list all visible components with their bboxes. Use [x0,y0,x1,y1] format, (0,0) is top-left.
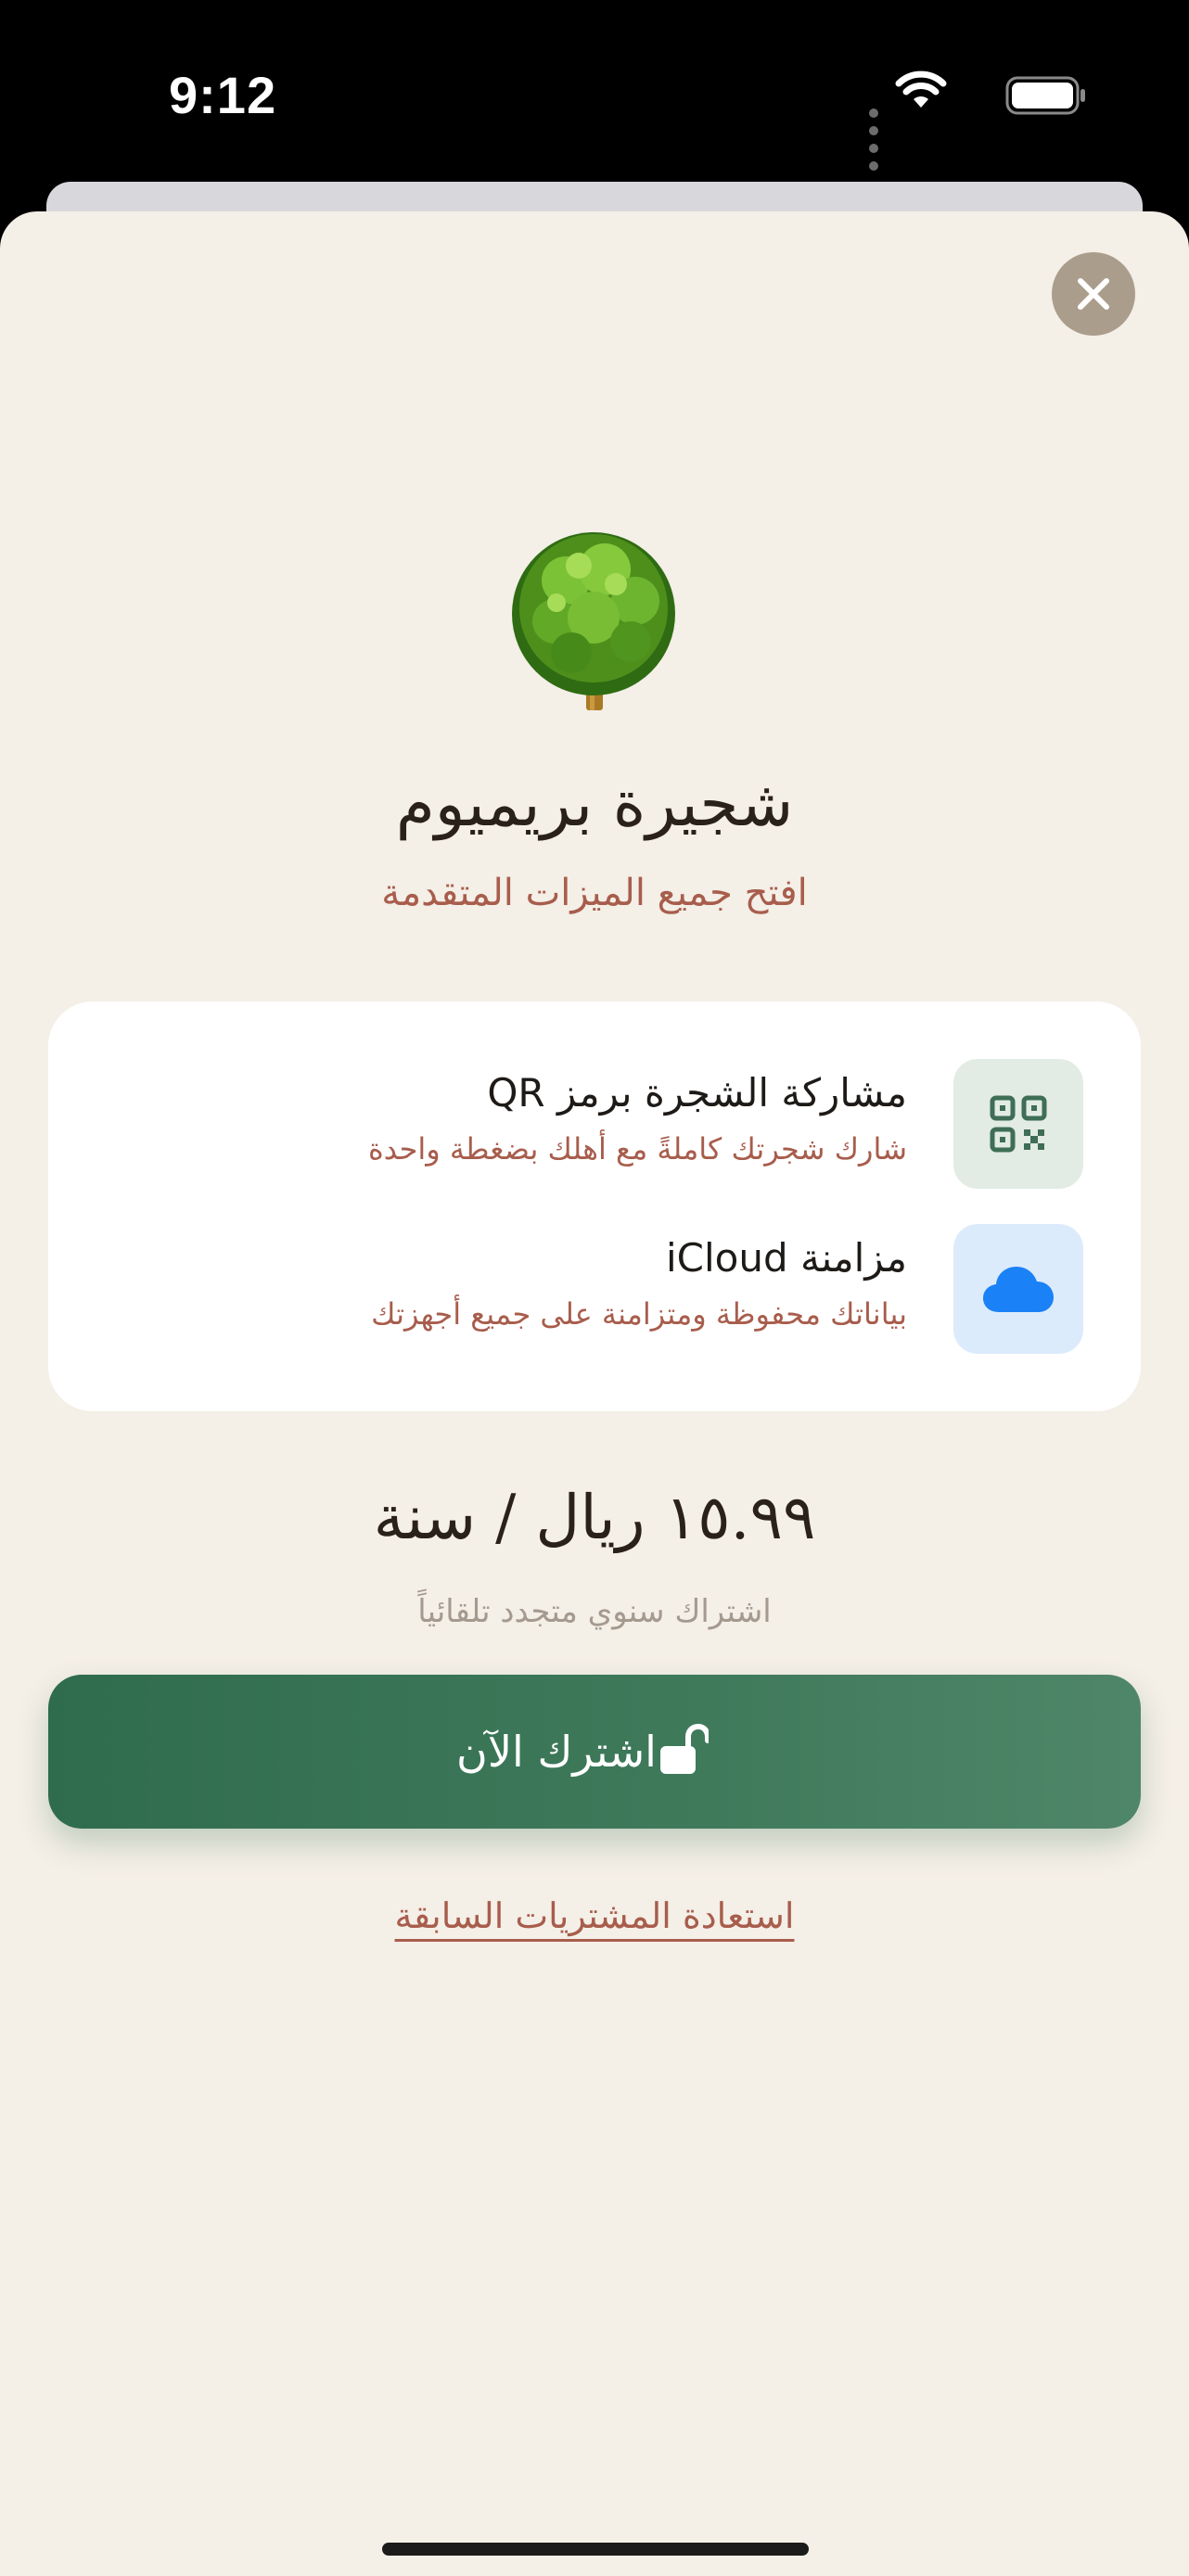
cloud-icon [983,1267,1054,1312]
status-time: 9:12 [169,66,277,124]
tree-icon [512,532,675,710]
features-card: مشاركة الشجرة برمز QR شارك شجرتك كاملةً … [48,1001,1141,1411]
feature-icon-box [953,1059,1083,1189]
battery-icon [1005,76,1085,115]
wifi-icon [895,70,947,108]
feature-qr-share: مشاركة الشجرة برمز QR شارك شجرتك كاملةً … [48,1059,1141,1189]
paywall-sheet: شجيرة بريميوم افتح جميع الميزات المتقدمة [0,211,1189,2576]
feature-description: شارك شجرتك كاملةً مع أهلك بضغطة واحدة [368,1131,907,1167]
feature-title: مزامنة iCloud [665,1235,907,1281]
restore-purchases-link[interactable]: استعادة المشتريات السابقة [0,1895,1189,1936]
feature-icloud-sync: مزامنة iCloud بياناتك محفوظة ومتزامنة عل… [48,1224,1141,1354]
price-label: ١٥.٩٩ ريال / سنة [373,1482,816,1553]
qr-code-icon [990,1095,1047,1153]
home-indicator[interactable] [382,2543,809,2556]
page-subtitle: افتح جميع الميزات المتقدمة [381,872,808,914]
feature-title: مشاركة الشجرة برمز QR [487,1070,907,1116]
status-bar: 9:12 [0,0,1189,185]
page-title: شجيرة بريميوم [395,768,794,841]
feature-description: بياناتك محفوظة ومتزامنة على جميع أجهزتك [371,1296,907,1332]
signal-dots-icon [864,104,878,174]
subscribe-button-label: اشترك الآن [456,1727,657,1777]
feature-icon-box [953,1224,1083,1354]
close-icon [1078,278,1109,310]
lock-open-icon [657,1723,710,1779]
subscribe-button[interactable]: اشترك الآن [48,1675,1141,1829]
restore-purchases-label: استعادة المشتريات السابقة [394,1895,795,1936]
price-note: اشتراك سنوي متجدد تلقائياً [417,1593,772,1630]
close-button[interactable] [1052,252,1135,336]
